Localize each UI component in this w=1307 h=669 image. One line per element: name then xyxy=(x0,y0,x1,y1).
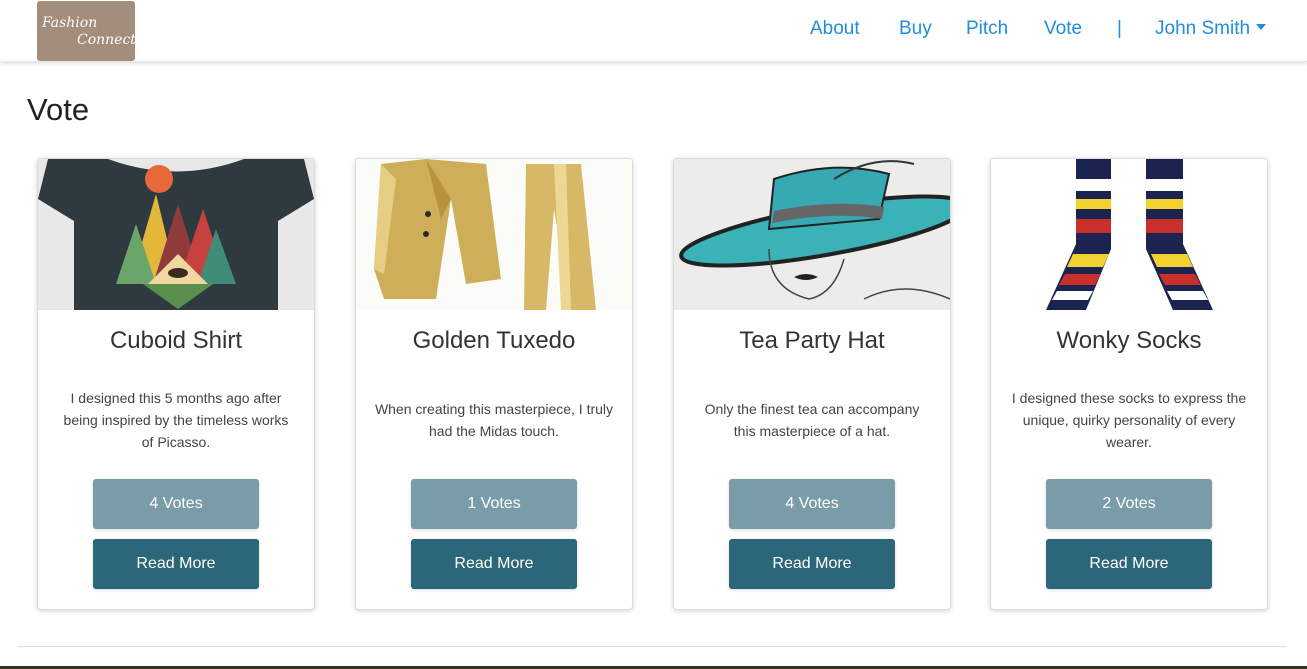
design-title: Cuboid Shirt xyxy=(109,327,243,354)
nav-buy[interactable]: Buy xyxy=(899,18,932,40)
votes-button[interactable]: 4 Votes xyxy=(729,479,895,529)
nav-about[interactable]: About xyxy=(810,18,860,40)
read-more-button[interactable]: Read More xyxy=(411,539,577,589)
design-title: Wonky Socks xyxy=(1056,327,1202,354)
navbar: Fashion Connect About Buy Pitch Vote | J… xyxy=(0,0,1307,62)
chevron-down-icon xyxy=(1256,24,1267,30)
design-card: Golden Tuxedo When creating this masterp… xyxy=(355,158,633,610)
user-name: John Smith xyxy=(1155,18,1251,39)
votes-button[interactable]: 1 Votes xyxy=(411,479,577,529)
design-card: Tea Party Hat Only the finest tea can ac… xyxy=(673,158,951,610)
design-description: I designed these socks to express the un… xyxy=(1011,390,1247,450)
design-image-shirt[interactable] xyxy=(38,159,314,310)
brand-logo[interactable]: Fashion Connect xyxy=(37,1,136,61)
design-image-tuxedo[interactable] xyxy=(356,159,632,310)
design-card: Cuboid Shirt I designed this 5 months ag… xyxy=(37,158,315,610)
user-menu[interactable]: John Smith xyxy=(1155,18,1267,40)
design-description: I designed this 5 months ago after being… xyxy=(63,390,289,450)
read-more-button[interactable]: Read More xyxy=(93,539,259,589)
brand-line-1: Fashion xyxy=(42,15,98,31)
votes-button[interactable]: 4 Votes xyxy=(93,479,259,529)
votes-button[interactable]: 2 Votes xyxy=(1046,479,1212,529)
design-card: Wonky Socks I designed these socks to ex… xyxy=(990,158,1268,610)
brand-line-2: Connect xyxy=(77,32,136,48)
design-title: Golden Tuxedo xyxy=(412,327,576,354)
nav-pitch[interactable]: Pitch xyxy=(966,18,1008,40)
nav-vote[interactable]: Vote xyxy=(1044,18,1082,40)
read-more-button[interactable]: Read More xyxy=(1046,539,1212,589)
read-more-button[interactable]: Read More xyxy=(729,539,895,589)
design-description: When creating this masterpiece, I truly … xyxy=(374,401,614,439)
design-description: Only the finest tea can accompany this m… xyxy=(704,401,920,439)
page-title: Vote xyxy=(27,92,90,127)
design-image-socks[interactable] xyxy=(991,159,1267,310)
design-image-hat[interactable] xyxy=(674,159,950,310)
design-title: Tea Party Hat xyxy=(739,327,885,354)
footer-divider xyxy=(17,646,1287,647)
nav-separator: | xyxy=(1117,18,1122,39)
